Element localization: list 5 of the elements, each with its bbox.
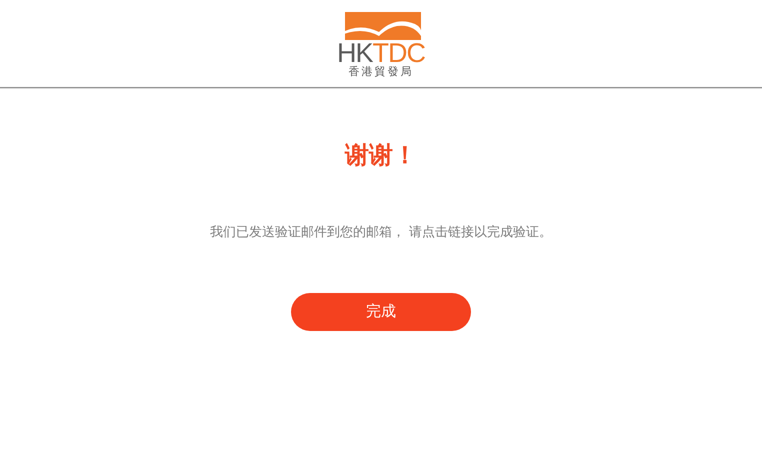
message-text: 我们已发送验证邮件到您的邮箱， 请点击链接以完成验证。 bbox=[210, 224, 552, 242]
page-title: 谢谢！ bbox=[345, 140, 417, 171]
logo-text: HKTDC bbox=[337, 41, 426, 65]
done-button[interactable]: 完成 bbox=[291, 292, 471, 330]
logo-subtitle: 香港貿發局 bbox=[348, 65, 414, 79]
